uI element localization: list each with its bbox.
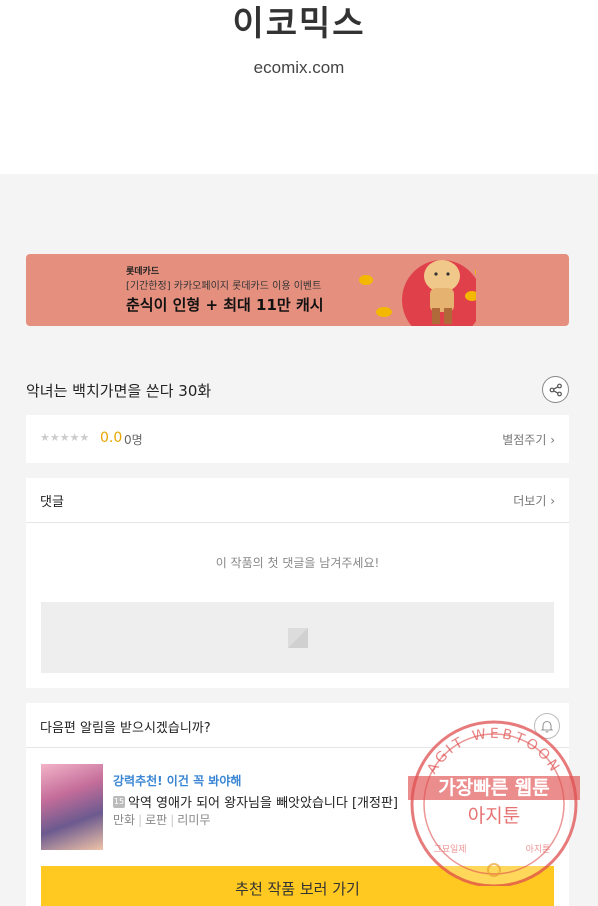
tag-author: 리미무 bbox=[177, 813, 211, 827]
share-button[interactable] bbox=[542, 376, 569, 403]
comment-input-box[interactable] bbox=[41, 602, 554, 673]
banner-brand: 롯데카드 bbox=[126, 267, 160, 277]
rating-panel: ★★★★★ 0.0 0명 별점주기 › bbox=[26, 415, 569, 463]
comments-empty-message: 이 작품의 첫 댓글을 남겨주세요! bbox=[215, 556, 380, 570]
bell-icon bbox=[540, 720, 554, 733]
site-domain: ecomix.com bbox=[253, 58, 345, 77]
next-episode-notify-panel: 다음편 알림을 받으시겠습니까? 강력추천! 이건 꼭 봐야해 15 악역 영애… bbox=[26, 703, 569, 906]
recommendation-tags: 만화 | 로판 | 리미무 bbox=[113, 813, 211, 827]
episode-title: 악녀는 백치가면을 쓴다 30화 bbox=[26, 382, 212, 400]
share-icon bbox=[549, 383, 562, 396]
rate-button[interactable]: 별점주기 › bbox=[502, 431, 555, 448]
comments-more-link[interactable]: 더보기 › bbox=[513, 492, 555, 509]
rating-count: 0명 bbox=[124, 433, 143, 447]
notify-toggle-button[interactable] bbox=[534, 713, 560, 739]
notify-title: 다음편 알림을 받으시겠습니까? bbox=[40, 721, 211, 736]
site-header: 이코믹스 ecomix.com bbox=[0, 0, 598, 174]
recommendation-label: 강력추천! 이건 꼭 봐야해 bbox=[113, 774, 242, 788]
recommendation-thumbnail[interactable] bbox=[41, 764, 103, 850]
notify-header: 다음편 알림을 받으시겠습니까? bbox=[26, 703, 569, 748]
tag-subgenre: 로판 bbox=[145, 813, 168, 827]
banner-subtitle: [기간한정] 카카오페이지 롯데카드 이용 이벤트 bbox=[126, 281, 322, 292]
banner-headline: 춘식이 인형 + 최대 11만 캐시 bbox=[126, 296, 324, 314]
comment-placeholder-icon bbox=[287, 627, 308, 648]
site-logo[interactable]: 이코믹스 bbox=[0, 0, 598, 45]
comments-panel: 댓글 더보기 › 이 작품의 첫 댓글을 남겨주세요! bbox=[26, 478, 569, 688]
promo-banner[interactable]: 롯데카드 [기간한정] 카카오페이지 롯데카드 이용 이벤트 춘식이 인형 + … bbox=[26, 254, 569, 326]
tag-genre: 만화 bbox=[113, 813, 136, 827]
rating-score: 0.0 bbox=[100, 430, 123, 446]
recommendation-title-row[interactable]: 15 악역 영애가 되어 왕자님을 빼앗았습니다 [개정판] bbox=[113, 792, 398, 811]
banner-character-illustration bbox=[359, 260, 476, 326]
rating-stars: ★★★★★ bbox=[40, 431, 90, 444]
view-recommendation-button[interactable]: 추천 작품 보러 가기 bbox=[41, 866, 554, 906]
age-rating-badge: 15 bbox=[113, 795, 125, 808]
recommendation-title: 악역 영애가 되어 왕자님을 빼앗았습니다 [개정판] bbox=[128, 796, 399, 811]
comments-title: 댓글 bbox=[40, 495, 64, 510]
comments-header: 댓글 더보기 › bbox=[26, 478, 569, 523]
